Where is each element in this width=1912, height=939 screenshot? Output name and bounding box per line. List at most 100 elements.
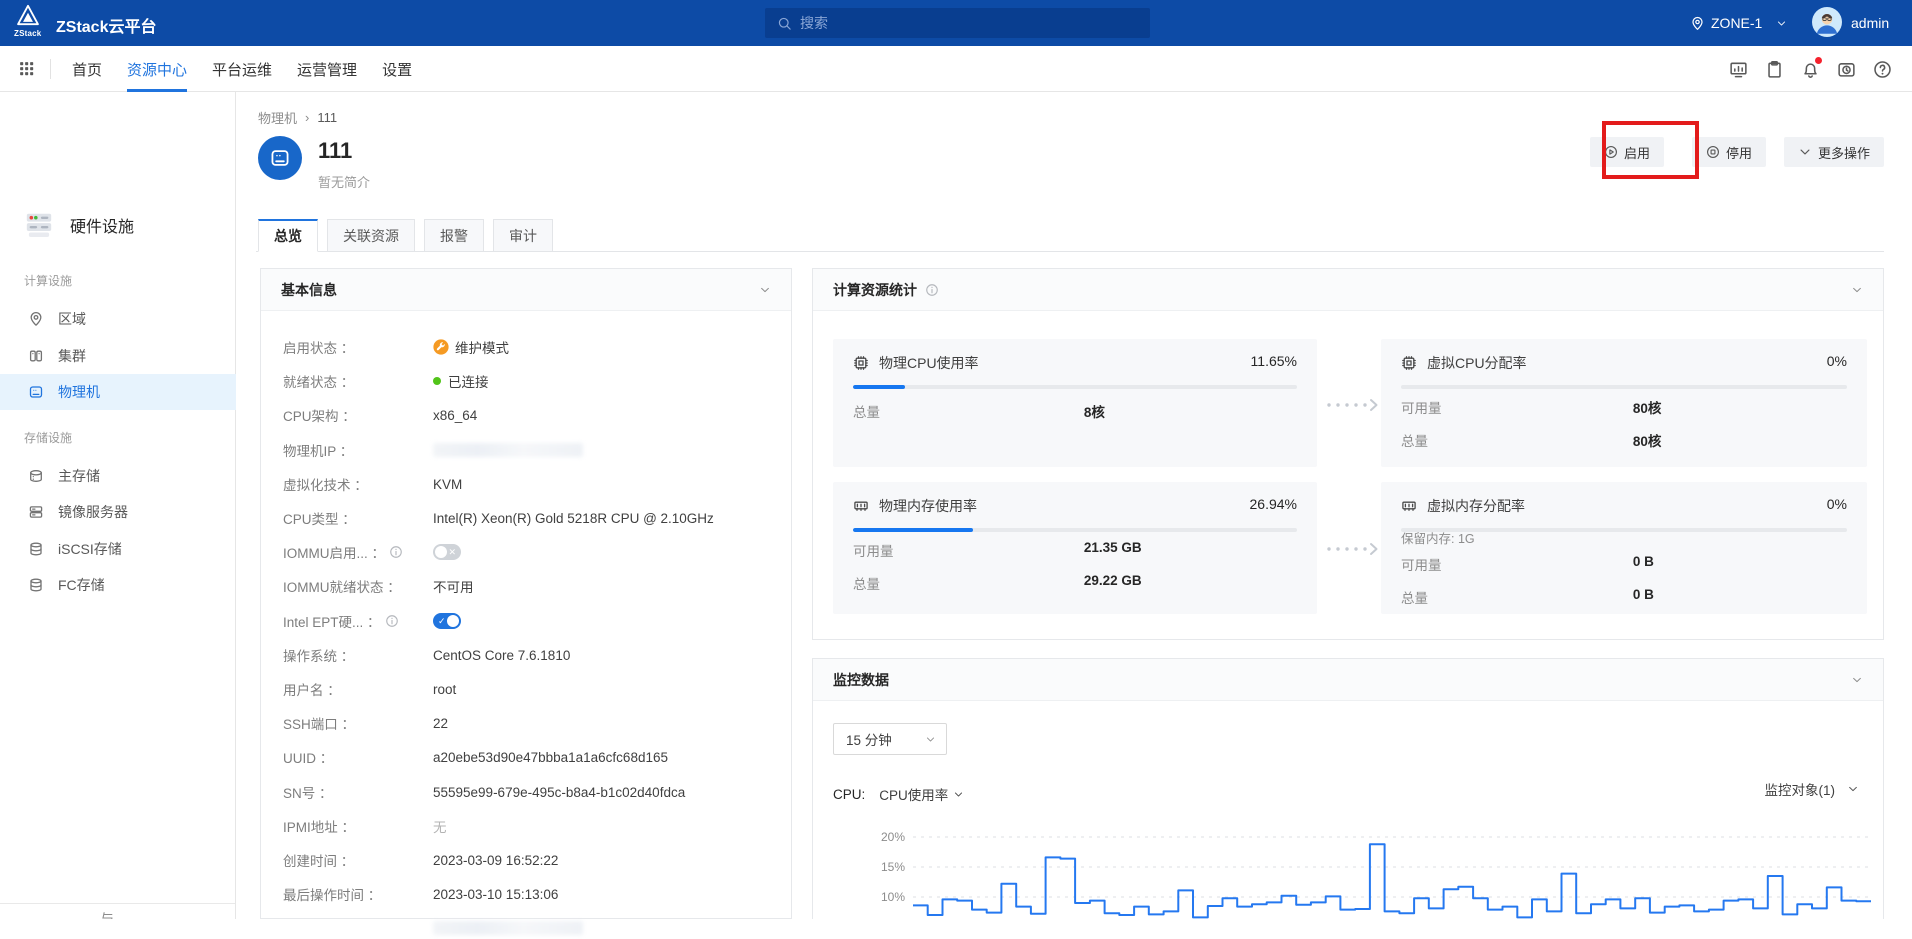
connected-status-dot [433,377,441,385]
更多操作-button[interactable]: 更多操作 [1784,137,1884,167]
info-row-IOMMU启用...: IOMMU启用... ：✕ [283,541,461,563]
stat-row-label: 总量 [1401,591,1428,606]
page-subtitle: 暂无简介 [318,172,370,191]
host-icon [28,384,44,400]
nav-divider [50,59,51,79]
collapse-chevron-icon[interactable] [1851,284,1863,296]
breadcrumb-current: 111 [317,110,337,125]
cpu-icon [853,355,869,371]
cpu-usage-chart: 20%15%10% [813,821,1883,920]
tab-总览[interactable]: 总览 [258,219,318,252]
notification-bell-icon[interactable] [1801,60,1820,79]
sidebar-item-iSCSI存储[interactable]: iSCSI存储 [0,531,236,567]
primary-storage-icon [28,468,44,484]
info-label: 虚拟化技术 ： [283,474,433,494]
info-row-UUID: UUID ：a20ebe53d90e47bbba1a1a6cfc68d165 [283,746,668,768]
collapse-chevron-icon[interactable] [759,284,771,296]
toggle-switch-off[interactable]: ✕ [433,544,461,560]
nav-item-1[interactable]: 资源中心 [127,46,187,92]
stat-row-label: 可用量 [1401,558,1442,573]
zstack-logo-icon [15,4,41,31]
info-row-最后操作时间: 最后操作时间 ：2023-03-10 15:13:06 [283,883,558,905]
nav-item-3[interactable]: 运营管理 [297,46,357,92]
collapse-chevron-icon[interactable] [1851,674,1863,686]
zstack-logo[interactable]: ZStack [14,4,41,38]
monitor-title: 监控数据 [833,670,889,690]
tab-关联资源[interactable]: 关联资源 [327,219,415,252]
memory-icon [1401,498,1417,514]
sidebar-item-区域[interactable]: 区域 [0,301,236,337]
info-label: 创建时间 ： [283,850,433,870]
breadcrumb-parent[interactable]: 物理机 [258,108,297,127]
stat-row-label: 总量 [1401,434,1428,449]
info-value: 22 [433,716,448,731]
chevron-down-icon [953,789,964,800]
basic-info-header: 基本信息 [261,269,791,311]
sidebar-item-物理机[interactable]: 物理机 [0,374,236,410]
button-label: 停用 [1726,143,1752,162]
sidebar: 硬件设施 计算设施区域集群物理机存储设施主存储镜像服务器iSCSI存储FC存储 … [0,92,236,919]
apps-grid-icon[interactable] [18,60,35,77]
zone-label: ZONE-1 [1711,15,1762,31]
detail-tabs: 总览关联资源报警审计 [258,219,553,252]
zone-selector[interactable]: ZONE-1 [1690,0,1787,46]
time-range-select[interactable]: 15 分钟 [833,723,947,755]
button-label: 更多操作 [1818,143,1870,162]
compute-stats-panel: 计算资源统计 物理CPU使用率11.65%总量8核虚拟CPU分配率0%可用量80… [812,268,1884,640]
info-row-hidden [283,917,583,939]
nav-item-4[interactable]: 设置 [382,46,412,92]
user-menu[interactable]: admin [1812,0,1889,46]
启用-button[interactable]: 启用 [1590,137,1664,167]
nav-item-2[interactable]: 平台运维 [212,46,272,92]
stat-title: 虚拟内存分配率 [1427,496,1525,516]
toggle-switch-on[interactable]: ✓ [433,613,461,629]
metric-group-label: CPU: [833,787,865,802]
progress-bar [1401,385,1847,389]
info-value: x86_64 [433,408,477,423]
info-row-用户名: 用户名 ：root [283,678,456,700]
nav-item-0[interactable]: 首页 [72,46,102,92]
redacted-value [433,921,583,935]
info-value: 2023-03-09 16:52:22 [433,853,558,868]
monitor-panel: 监控数据 15 分钟 CPU: CPU使用率 监控对象(1) 20%15%10% [812,658,1884,919]
info-icon[interactable] [389,545,403,559]
clipboard-icon[interactable] [1765,60,1784,79]
app-title: ZStack云平台 [56,13,156,37]
stat-percent: 0% [1827,496,1847,512]
info-icon[interactable] [925,283,939,297]
svg-text:10%: 10% [881,890,905,904]
notification-badge [1815,57,1822,64]
navbar: 首页资源中心平台运维运营管理设置 [0,46,1912,92]
停用-button[interactable]: 停用 [1692,137,1766,167]
info-row-IOMMU就绪状态: IOMMU就绪状态 ：不可用 [283,575,474,597]
sidebar-item-主存储[interactable]: 主存储 [0,458,236,494]
location-pin-icon [1690,16,1705,31]
button-label: 启用 [1624,143,1650,162]
zstack-logo-text: ZStack [14,29,41,38]
snapshot-icon[interactable] [1837,60,1856,79]
tab-审计[interactable]: 审计 [493,219,553,252]
monitor-objects-label: 监控对象(1) [1765,779,1836,799]
maintenance-mode-icon [433,339,449,355]
nav-menu: 首页资源中心平台运维运营管理设置 [72,46,412,92]
chevron-down-icon [925,734,936,745]
stat-row-value: 8核 [1084,401,1105,421]
info-icon[interactable] [385,614,399,628]
memory-icon [853,498,869,514]
info-label: 物理机IP ： [283,440,433,460]
stat-row-value: 0 B [1633,587,1654,602]
stop-circle-icon [1706,145,1720,159]
console-icon[interactable] [1729,60,1748,79]
help-icon[interactable] [1873,60,1892,79]
info-label: 启用状态 ： [283,337,433,357]
tab-报警[interactable]: 报警 [424,219,484,252]
metric-select[interactable]: CPU使用率 [879,784,964,804]
sidebar-footer-partial-text: 与 [100,909,114,919]
sidebar-item-FC存储[interactable]: FC存储 [0,567,236,603]
reserved-memory-note: 保留内存: 1G [1401,528,1475,547]
sidebar-item-集群[interactable]: 集群 [0,338,236,374]
monitor-objects-select[interactable]: 监控对象(1) [1765,779,1860,799]
hardware-facility-icon [24,210,54,240]
sidebar-item-镜像服务器[interactable]: 镜像服务器 [0,494,236,530]
global-search-input[interactable]: 搜索 [765,8,1150,38]
